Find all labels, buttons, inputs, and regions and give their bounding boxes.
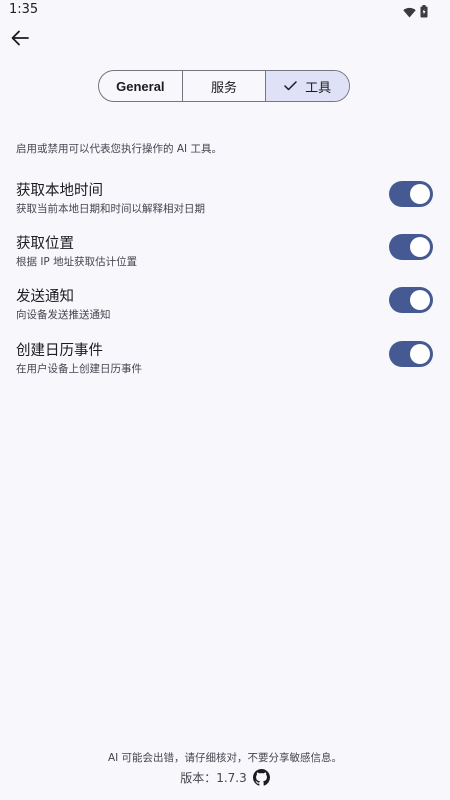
status-icons	[403, 3, 428, 22]
tool-title: 创建日历事件	[16, 343, 103, 359]
tool-row-local-time[interactable]: 获取本地时间 获取当前本地日期和时间以解释相对日期	[0, 179, 450, 229]
toggle-knob	[410, 237, 430, 257]
ai-disclaimer: AI 可能会出错，请仔细核对，不要分享敏感信息。	[107, 752, 343, 764]
toggle-knob	[410, 184, 430, 204]
back-button[interactable]	[6, 26, 34, 54]
battery-icon	[420, 3, 428, 22]
tool-subtitle: 获取当前本地日期和时间以解释相对日期	[16, 203, 205, 215]
check-icon	[284, 81, 297, 91]
tab-tools[interactable]: 工具	[266, 71, 349, 101]
arrow-left-icon	[11, 30, 29, 50]
tool-row-notification[interactable]: 发送通知 向设备发送推送通知	[0, 285, 450, 335]
version-text: 版本：1.7.3	[180, 771, 247, 785]
segmented-tabs: General 服务 工具	[98, 70, 350, 102]
tool-title: 发送通知	[16, 289, 74, 305]
status-bar: 1:35	[0, 0, 450, 22]
tool-subtitle: 在用户设备上创建日历事件	[16, 363, 142, 375]
toggle-knob	[410, 290, 430, 310]
toggle-notification[interactable]	[389, 287, 433, 313]
tools-description: 启用或禁用可以代表您执行操作的 AI 工具。	[16, 143, 222, 155]
tab-tools-label: 工具	[305, 80, 332, 96]
tab-services-label: 服务	[211, 80, 238, 96]
version-line: 版本：1.7.3	[0, 769, 450, 786]
status-time: 1:35	[9, 2, 39, 17]
tool-subtitle: 根据 IP 地址获取估计位置	[16, 256, 138, 268]
tool-row-location[interactable]: 获取位置 根据 IP 地址获取估计位置	[0, 232, 450, 282]
wifi-icon	[403, 3, 416, 22]
toggle-location[interactable]	[389, 234, 433, 260]
tool-title: 获取本地时间	[16, 183, 103, 199]
tool-row-calendar[interactable]: 创建日历事件 在用户设备上创建日历事件	[0, 339, 450, 389]
tab-general[interactable]: General	[99, 71, 183, 101]
toggle-knob	[410, 344, 430, 364]
github-icon[interactable]	[252, 769, 270, 786]
tab-services[interactable]: 服务	[183, 71, 267, 101]
tool-title: 获取位置	[16, 236, 74, 252]
tab-general-label: General	[116, 78, 165, 94]
toggle-local-time[interactable]	[389, 181, 433, 207]
tool-subtitle: 向设备发送推送通知	[16, 309, 111, 321]
toggle-calendar[interactable]	[389, 341, 433, 367]
